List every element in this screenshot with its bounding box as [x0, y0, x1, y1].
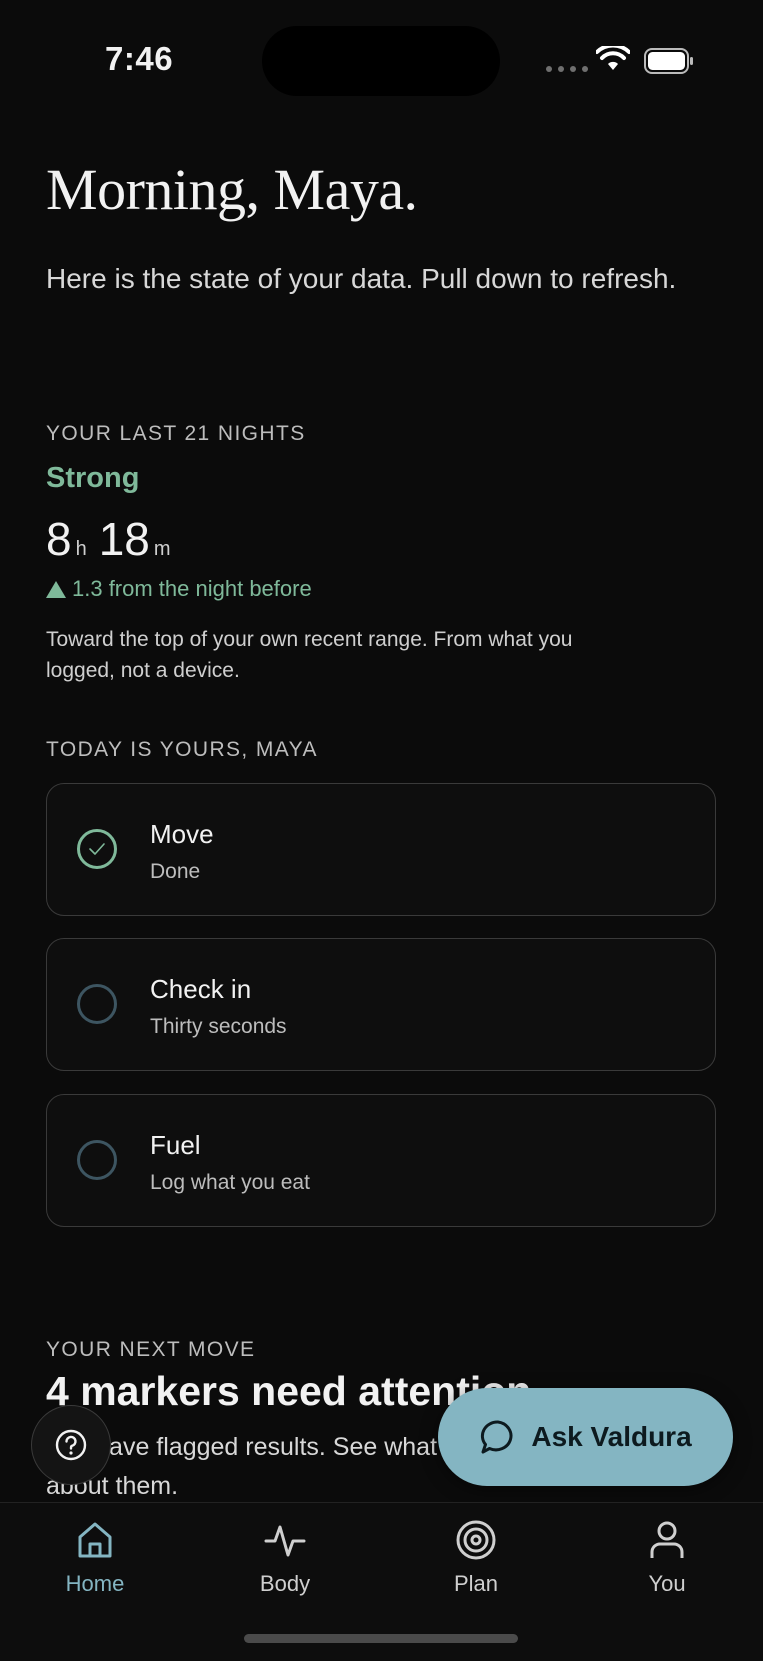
sleep-duration: 8 h 18 m [46, 512, 183, 566]
status-time: 7:46 [105, 40, 174, 77]
tab-plan[interactable]: Plan [416, 1519, 536, 1597]
tab-label: Home [65, 1571, 125, 1596]
sleep-delta: 1.3 from the night before [46, 576, 312, 602]
empty-circle-icon[interactable] [77, 1140, 117, 1180]
tab-home[interactable]: Home [35, 1519, 155, 1597]
task-card-move[interactable]: Move Done [46, 783, 716, 916]
task-subtitle: Log what you eat [150, 1171, 310, 1194]
triangle-up-icon [46, 580, 66, 598]
greeting-subtitle: Here is the state of your data. Pull dow… [46, 263, 677, 294]
wifi-icon [596, 46, 630, 70]
task-title: Fuel [150, 1130, 201, 1160]
help-button[interactable] [31, 1405, 111, 1485]
sleep-note: Toward the top of your own recent range.… [46, 628, 573, 682]
ask-valdura-label: Ask Valdura [531, 1421, 692, 1452]
sleep-minutes: 18 [98, 513, 150, 565]
sleep-rating: Strong [46, 462, 140, 494]
pulse-icon [264, 1525, 306, 1557]
ask-valdura-button[interactable]: Ask Valdura [438, 1388, 733, 1486]
person-icon [650, 1521, 684, 1558]
tab-label: Body [259, 1571, 311, 1596]
tab-label: You [648, 1571, 686, 1596]
home-indicator [244, 1634, 518, 1643]
empty-circle-icon[interactable] [77, 984, 117, 1024]
tab-body[interactable]: Body [225, 1519, 345, 1597]
sleep-minutes-unit: m [153, 538, 171, 560]
chat-bubble-icon [481, 1420, 513, 1454]
tab-label: Plan [453, 1571, 499, 1596]
target-icon [456, 1520, 496, 1560]
sleep-delta-text: 1.3 from the night before [72, 576, 312, 601]
sleep-hours-unit: h [75, 538, 87, 560]
task-card-check-in[interactable]: Check in Thirty seconds [46, 938, 716, 1071]
home-icon [78, 1522, 112, 1558]
battery-icon [644, 48, 693, 74]
next-move-section-label: YOUR NEXT MOVE [46, 1338, 256, 1361]
dynamic-island [262, 26, 500, 96]
tab-you[interactable]: You [607, 1519, 727, 1597]
question-circle-icon [55, 1429, 87, 1461]
task-subtitle: Thirty seconds [150, 1015, 287, 1038]
task-card-fuel[interactable]: Fuel Log what you eat [46, 1094, 716, 1227]
sleep-section-label: YOUR LAST 21 NIGHTS [46, 422, 306, 445]
sleep-hours: 8 [46, 513, 72, 565]
today-section-label: TODAY IS YOURS, MAYA [46, 738, 318, 761]
greeting-title: Morning, Maya. [46, 157, 418, 222]
task-subtitle: Done [150, 860, 201, 883]
cellular-signal-icon [546, 66, 588, 72]
task-title: Check in [150, 974, 252, 1004]
check-circle-icon[interactable] [77, 829, 117, 869]
task-title: Move [150, 819, 214, 849]
